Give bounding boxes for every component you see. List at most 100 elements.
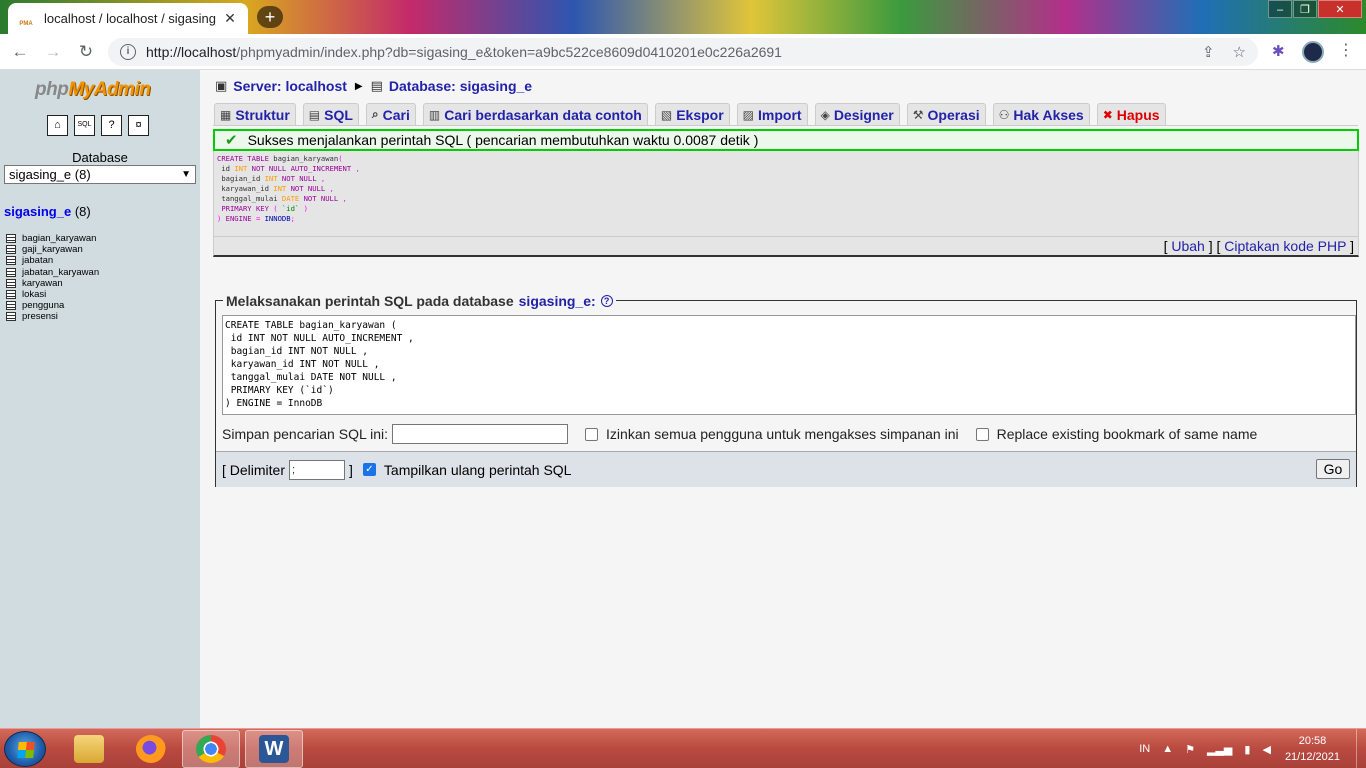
sidebar-table-item[interactable]: lokasi [6, 289, 99, 300]
url-bar[interactable]: i http://localhost/phpmyadmin/index.php?… [108, 38, 1258, 66]
table-icon[interactable] [6, 301, 16, 311]
battery-icon[interactable]: ▮ [1244, 743, 1250, 756]
share-icon[interactable]: ⇪ [1202, 43, 1215, 61]
word-button[interactable]: W [245, 730, 303, 768]
main-panel: ▣ Server: localhost ▶ ▤ Database: sigasi… [200, 70, 1366, 728]
tab-query-by-example[interactable]: ▥ Cari berdasarkan data contoh [422, 103, 648, 125]
replace-bookmark-checkbox[interactable] [975, 427, 989, 441]
reload-icon[interactable]: ↻ [74, 40, 98, 64]
sql-query-form: Melaksanakan perintah SQL pada database … [215, 293, 1357, 487]
action-center-flag-icon[interactable]: ⚑ [1185, 743, 1195, 756]
file-explorer-button[interactable] [60, 730, 118, 768]
bookmark-star-icon[interactable]: ☆ [1233, 43, 1246, 61]
delimiter-close: ] [349, 461, 353, 478]
breadcrumb-database[interactable]: Database: sigasing_e [389, 78, 532, 94]
tab-ekspor[interactable]: ▧ Ekspor [654, 103, 730, 125]
tab-cari[interactable]: ⌕ Cari [365, 103, 416, 125]
show-query-checkbox[interactable]: ✓ [362, 463, 376, 476]
forward-icon[interactable]: → [41, 40, 65, 64]
sidebar-table-item[interactable]: jabatan_karyawan [6, 267, 99, 278]
home-icon[interactable]: ⌂ [47, 115, 68, 136]
phpmyadmin-logo[interactable]: phpMyAdmin [35, 79, 151, 101]
restore-icon[interactable]: ❐ [1293, 0, 1317, 18]
url-text[interactable]: http://localhost/phpmyadmin/index.php?db… [146, 44, 782, 60]
chrome-icon [196, 735, 226, 763]
start-button[interactable] [4, 731, 46, 767]
sql-query-icon[interactable]: SQL [74, 115, 95, 136]
minimize-icon[interactable]: – [1268, 0, 1292, 18]
documentation-icon[interactable]: ? [101, 115, 122, 136]
bookmark-name-input[interactable] [392, 424, 569, 444]
table-icon[interactable] [6, 267, 16, 277]
browser-tab[interactable]: PMA localhost / localhost / sigasing_e ✕ [8, 3, 248, 34]
form-bottom-bar: [ Delimiter ; ] ✓ Tampilkan ulang perint… [216, 451, 1356, 487]
sidebar-table-item[interactable]: gaji_karyawan [6, 244, 99, 255]
tab-sql[interactable]: ▤ SQL [302, 103, 359, 125]
legend-text: Melaksanakan perintah SQL pada database [226, 293, 514, 309]
url-path: /phpmyadmin/index.php?db=sigasing_e&toke… [236, 44, 782, 60]
sidebar-table-label: lokasi [22, 289, 47, 301]
tab-import[interactable]: ▨ Import [736, 103, 808, 125]
delimiter-input[interactable]: ; [289, 459, 346, 480]
breadcrumb: ▣ Server: localhost ▶ ▤ Database: sigasi… [215, 78, 532, 94]
tab-ekspor-label: Ekspor [676, 106, 724, 123]
executed-sql-display: CREATE TABLE bagian_karyawan( id INT NOT… [213, 151, 1359, 237]
tab-struktur[interactable]: ▦ Struktur [214, 103, 296, 125]
clock[interactable]: 20:58 21/12/2021 [1285, 733, 1340, 765]
table-icon[interactable] [6, 278, 16, 288]
site-info-icon[interactable]: i [120, 44, 136, 60]
show-desktop-button[interactable] [1356, 729, 1366, 768]
import-icon: ▨ [742, 107, 755, 122]
menu-kebab-icon[interactable]: ⋮ [1338, 40, 1354, 60]
ubah-link[interactable]: Ubah [1171, 238, 1204, 254]
table-icon[interactable] [6, 245, 16, 255]
sidebar-table-item[interactable]: jabatan [6, 255, 99, 266]
tools-icon: ⚒ [912, 107, 924, 122]
database-link[interactable]: sigasing_e [4, 204, 71, 219]
show-hidden-icons-icon[interactable]: ▲ [1162, 743, 1173, 755]
delete-icon: ✖ [1102, 107, 1113, 122]
tab-operasi[interactable]: ⚒ Operasi [906, 103, 986, 125]
extensions-puzzle-icon[interactable]: ✱ [1272, 42, 1285, 60]
table-icon[interactable] [6, 234, 16, 244]
close-window-icon[interactable]: ✕ [1318, 0, 1362, 18]
help-icon[interactable]: ? [600, 295, 613, 307]
firefox-button[interactable] [122, 730, 180, 768]
go-button[interactable]: Go [1316, 459, 1350, 479]
tab-title: localhost / localhost / sigasing_e [44, 11, 216, 26]
network-signal-icon[interactable]: ▂▃▅ [1207, 743, 1232, 756]
replace-bookmark-label: Replace existing bookmark of same name [996, 426, 1258, 442]
chrome-button[interactable] [182, 730, 240, 768]
close-tab-icon[interactable]: ✕ [222, 10, 238, 27]
export-icon: ▧ [660, 107, 673, 122]
back-icon[interactable]: ← [8, 40, 32, 64]
new-tab-button[interactable]: + [257, 6, 283, 28]
sidebar-table-item[interactable]: presensi [6, 311, 99, 322]
table-icon[interactable] [6, 256, 16, 266]
tab-designer-label: Designer [833, 106, 894, 123]
language-indicator[interactable]: IN [1139, 743, 1150, 755]
sql-docs-icon[interactable]: ¤ [128, 115, 149, 136]
search-icon: ⌕ [371, 107, 379, 121]
windows-logo-icon [17, 742, 35, 758]
firefox-icon [136, 735, 166, 763]
profile-avatar[interactable] [1302, 41, 1324, 63]
database-label: Database [72, 150, 128, 165]
tab-hapus[interactable]: ✖ Hapus [1096, 103, 1166, 125]
table-icon[interactable] [6, 290, 16, 300]
clock-date: 21/12/2021 [1284, 751, 1340, 763]
sidebar-table-item[interactable]: bagian_karyawan [6, 233, 99, 244]
tab-hak-akses[interactable]: ⚇ Hak Akses [992, 103, 1090, 125]
volume-icon[interactable]: ◀ [1262, 743, 1270, 756]
breadcrumb-server[interactable]: Server: localhost [233, 78, 347, 94]
designer-icon: ◈ [820, 107, 830, 122]
database-select[interactable]: sigasing_e (8) ▼ [4, 165, 196, 184]
table-icon[interactable] [6, 312, 16, 322]
allow-all-users-checkbox[interactable] [585, 427, 599, 441]
php-code-link[interactable]: Ciptakan kode PHP [1224, 238, 1346, 254]
sidebar-table-item[interactable]: pengguna [6, 300, 99, 311]
sidebar-table-item[interactable]: karyawan [6, 278, 99, 289]
sql-query-textarea[interactable]: CREATE TABLE bagian_karyawan ( id INT NO… [222, 315, 1356, 415]
tab-designer[interactable]: ◈ Designer [814, 103, 900, 125]
phpmyadmin-favicon-icon: PMA [19, 20, 33, 27]
